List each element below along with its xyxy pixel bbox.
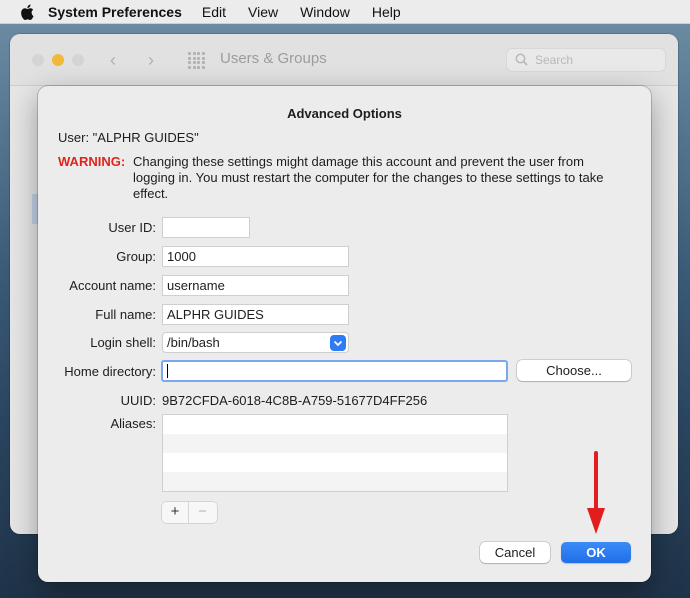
menu-window[interactable]: Window	[300, 4, 350, 20]
dialog-title: Advanced Options	[287, 106, 402, 121]
login-shell-value: /bin/bash	[167, 335, 220, 350]
home-directory-field[interactable]	[161, 360, 508, 382]
remove-alias-button[interactable]: −	[189, 502, 216, 523]
window-title: Users & Groups	[220, 50, 327, 67]
aliases-list[interactable]	[162, 414, 508, 492]
cancel-button[interactable]: Cancel	[480, 542, 550, 563]
search-field[interactable]: Search	[506, 48, 666, 72]
advanced-options-dialog: Advanced Options User: "ALPHR GUIDES" WA…	[38, 86, 651, 582]
zoom-window-button[interactable]	[72, 54, 84, 66]
ok-button[interactable]: OK	[561, 542, 631, 563]
full-name-field[interactable]: ALPHR GUIDES	[162, 304, 349, 325]
menu-view[interactable]: View	[248, 4, 278, 20]
uuid-label: UUID:	[120, 393, 156, 408]
chevron-down-icon[interactable]	[330, 335, 346, 351]
window-toolbar: ‹ › Users & Groups Search	[10, 34, 678, 86]
full-name-label: Full name:	[95, 307, 156, 322]
menu-edit[interactable]: Edit	[202, 4, 226, 20]
list-item[interactable]	[163, 434, 507, 453]
menu-app-name[interactable]: System Preferences	[48, 4, 182, 20]
user-id-label: User ID:	[108, 220, 156, 235]
user-name-line: User: "ALPHR GUIDES"	[58, 130, 199, 145]
back-arrow-icon[interactable]: ‹	[110, 50, 116, 71]
user-id-field[interactable]	[162, 217, 250, 238]
choose-button[interactable]: Choose...	[517, 360, 631, 381]
warning-text: Changing these settings might damage thi…	[133, 154, 604, 201]
minimize-window-button[interactable]	[52, 54, 64, 66]
group-field[interactable]: 1000	[162, 246, 349, 267]
text-caret	[167, 364, 168, 378]
warning-label: WARNING:	[58, 154, 126, 169]
menu-help[interactable]: Help	[372, 4, 401, 20]
account-name-label: Account name:	[69, 278, 156, 293]
forward-arrow-icon[interactable]: ›	[148, 50, 154, 71]
group-label: Group:	[116, 249, 156, 264]
list-item[interactable]	[163, 472, 507, 491]
list-item[interactable]	[163, 415, 507, 434]
add-alias-button[interactable]: +	[162, 502, 189, 523]
uuid-value[interactable]: 9B72CFDA-6018-4C8B-A759-51677D4FF256	[162, 393, 427, 408]
list-item[interactable]	[163, 453, 507, 472]
home-directory-label: Home directory:	[64, 364, 156, 379]
alias-add-remove-control: + −	[162, 502, 217, 523]
search-icon	[515, 53, 528, 69]
aliases-label: Aliases:	[110, 416, 156, 431]
login-shell-popup[interactable]: /bin/bash	[162, 332, 349, 353]
apple-menu-icon[interactable]	[20, 4, 34, 20]
close-window-button[interactable]	[32, 54, 44, 66]
show-all-grid-icon[interactable]	[188, 52, 205, 69]
menubar: System Preferences Edit View Window Help	[0, 0, 690, 24]
search-placeholder: Search	[535, 53, 574, 67]
login-shell-label: Login shell:	[90, 335, 156, 350]
account-name-field[interactable]: username	[162, 275, 349, 296]
